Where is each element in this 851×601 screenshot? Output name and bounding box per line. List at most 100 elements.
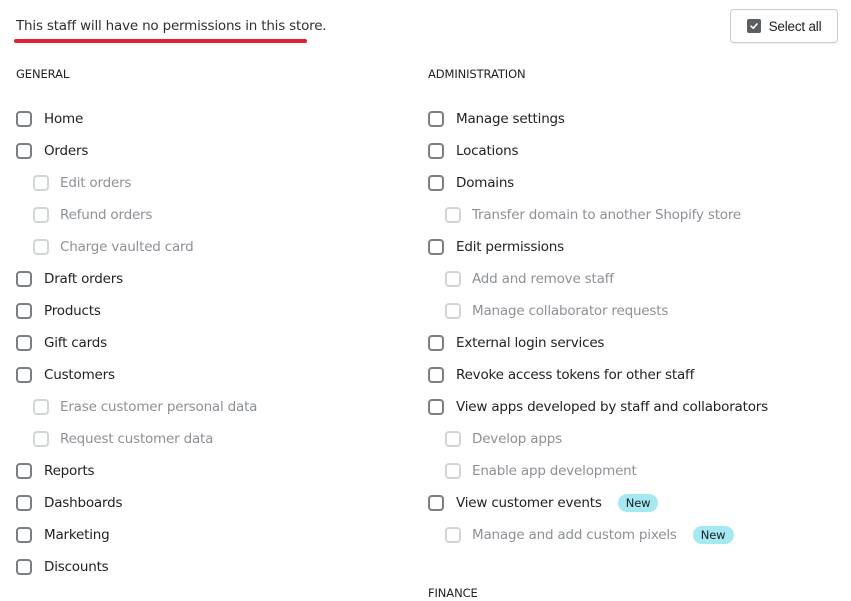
- permission-gift-cards[interactable]: Gift cards: [16, 327, 406, 359]
- permission-label: Develop apps: [472, 431, 562, 447]
- checkbox[interactable]: [428, 111, 444, 127]
- checkbox[interactable]: [428, 335, 444, 351]
- permission-label: View apps developed by staff and collabo…: [456, 399, 768, 415]
- administration-title: ADMINISTRATION: [428, 67, 526, 81]
- permission-manage-collaborator-requests[interactable]: Manage collaborator requests: [428, 295, 838, 327]
- new-badge: New: [617, 494, 659, 512]
- checkbox[interactable]: [16, 559, 32, 575]
- permission-products[interactable]: Products: [16, 295, 406, 327]
- permission-label: Enable app development: [472, 463, 637, 479]
- checkbox[interactable]: [445, 303, 461, 319]
- checkbox[interactable]: [428, 495, 444, 511]
- permission-label: Manage and add custom pixels: [472, 527, 677, 543]
- permission-home[interactable]: Home: [16, 103, 406, 135]
- permission-customers[interactable]: Customers: [16, 359, 406, 391]
- permission-reports[interactable]: Reports: [16, 455, 406, 487]
- permission-label: Manage collaborator requests: [472, 303, 669, 319]
- permission-label: Request customer data: [60, 431, 214, 447]
- checkbox-checked-icon: [746, 19, 761, 33]
- permission-label: Add and remove staff: [472, 271, 614, 287]
- checkbox[interactable]: [428, 367, 444, 383]
- permission-label: Revoke access tokens for other staff: [456, 367, 695, 383]
- permission-label: Refund orders: [60, 207, 153, 223]
- permission-enable-app-development[interactable]: Enable app development: [428, 455, 838, 487]
- permission-external-login-services[interactable]: External login services: [428, 327, 838, 359]
- checkbox[interactable]: [16, 527, 32, 543]
- permission-label: Domains: [456, 175, 515, 191]
- checkbox[interactable]: [33, 175, 49, 191]
- permission-charge-vaulted-card[interactable]: Charge vaulted card: [16, 231, 406, 263]
- permission-label: Dashboards: [44, 495, 123, 511]
- permission-manage-and-add-custom-pixels[interactable]: Manage and add custom pixels New: [428, 519, 838, 551]
- finance-title: FINANCE: [428, 586, 478, 600]
- checkbox[interactable]: [16, 335, 32, 351]
- permission-label: External login services: [456, 335, 605, 351]
- permission-label: View customer events: [456, 495, 602, 511]
- permission-domains[interactable]: Domains: [428, 167, 838, 199]
- no-permissions-notice: This staff will have no permissions in t…: [16, 18, 327, 34]
- checkbox[interactable]: [428, 175, 444, 191]
- checkbox[interactable]: [16, 143, 32, 159]
- administration-section: ADMINISTRATION Manage settings Locations D…: [428, 66, 838, 601]
- permission-label: Charge vaulted card: [60, 239, 194, 255]
- permission-label: Marketing: [44, 527, 110, 543]
- permission-label: Transfer domain to another Shopify store: [472, 207, 742, 223]
- checkbox[interactable]: [16, 271, 32, 287]
- checkbox[interactable]: [428, 239, 444, 255]
- administration-permission-list: Manage settings Locations Domains Transfer …: [428, 103, 838, 551]
- permission-locations[interactable]: Locations: [428, 135, 838, 167]
- permission-marketing[interactable]: Marketing: [16, 519, 406, 551]
- permission-erase-customer-personal-data[interactable]: Erase customer personal data: [16, 391, 406, 423]
- permission-label: Gift cards: [44, 335, 107, 351]
- checkbox[interactable]: [445, 207, 461, 223]
- permission-refund-orders[interactable]: Refund orders: [16, 199, 406, 231]
- checkbox[interactable]: [445, 271, 461, 287]
- permission-edit-permissions[interactable]: Edit permissions: [428, 231, 838, 263]
- select-all-label: Select all: [768, 18, 822, 34]
- checkbox[interactable]: [16, 303, 32, 319]
- permission-revoke-access-tokens-for-other-staff[interactable]: Revoke access tokens for other staff: [428, 359, 838, 391]
- permission-label: Discounts: [44, 559, 109, 575]
- checkbox[interactable]: [33, 207, 49, 223]
- permission-discounts[interactable]: Discounts: [16, 551, 406, 583]
- general-permission-list: Home Orders Edit orders Refund orders Charge…: [16, 103, 406, 583]
- permission-label: Home: [44, 111, 84, 127]
- checkbox[interactable]: [33, 239, 49, 255]
- permission-manage-settings[interactable]: Manage settings: [428, 103, 838, 135]
- checkbox[interactable]: [16, 463, 32, 479]
- permission-request-customer-data[interactable]: Request customer data: [16, 423, 406, 455]
- permission-view-apps-developed-by-staff-and-collaborators[interactable]: View apps developed by staff and collabo…: [428, 391, 838, 423]
- permission-label: Locations: [456, 143, 519, 159]
- permission-label: Edit permissions: [456, 239, 564, 255]
- permission-draft-orders[interactable]: Draft orders: [16, 263, 406, 295]
- permission-add-and-remove-staff[interactable]: Add and remove staff: [428, 263, 838, 295]
- permission-label: Customers: [44, 367, 115, 383]
- checkbox[interactable]: [428, 143, 444, 159]
- permission-label: Manage settings: [456, 111, 565, 127]
- checkbox[interactable]: [445, 431, 461, 447]
- general-title: GENERAL: [16, 67, 70, 81]
- permission-edit-orders[interactable]: Edit orders: [16, 167, 406, 199]
- general-section: GENERAL Home Orders Edit orders Refund orde…: [16, 66, 406, 583]
- permission-develop-apps[interactable]: Develop apps: [428, 423, 838, 455]
- checkbox[interactable]: [16, 495, 32, 511]
- new-badge: New: [692, 526, 734, 544]
- checkbox[interactable]: [445, 463, 461, 479]
- select-all-button[interactable]: Select all: [730, 9, 838, 43]
- permission-view-customer-events[interactable]: View customer events New: [428, 487, 838, 519]
- permission-label: Products: [44, 303, 101, 319]
- checkbox[interactable]: [33, 431, 49, 447]
- permission-dashboards[interactable]: Dashboards: [16, 487, 406, 519]
- permission-label: Draft orders: [44, 271, 123, 287]
- permission-label: Edit orders: [60, 175, 132, 191]
- permission-orders[interactable]: Orders: [16, 135, 406, 167]
- notice-underline: [14, 39, 307, 43]
- permission-transfer-domain-to-another-shopify-store[interactable]: Transfer domain to another Shopify store: [428, 199, 838, 231]
- checkbox[interactable]: [16, 367, 32, 383]
- permission-label: Orders: [44, 143, 89, 159]
- checkbox[interactable]: [33, 399, 49, 415]
- checkbox[interactable]: [428, 399, 444, 415]
- checkbox[interactable]: [16, 111, 32, 127]
- permission-label: Erase customer personal data: [60, 399, 258, 415]
- checkbox[interactable]: [445, 527, 461, 543]
